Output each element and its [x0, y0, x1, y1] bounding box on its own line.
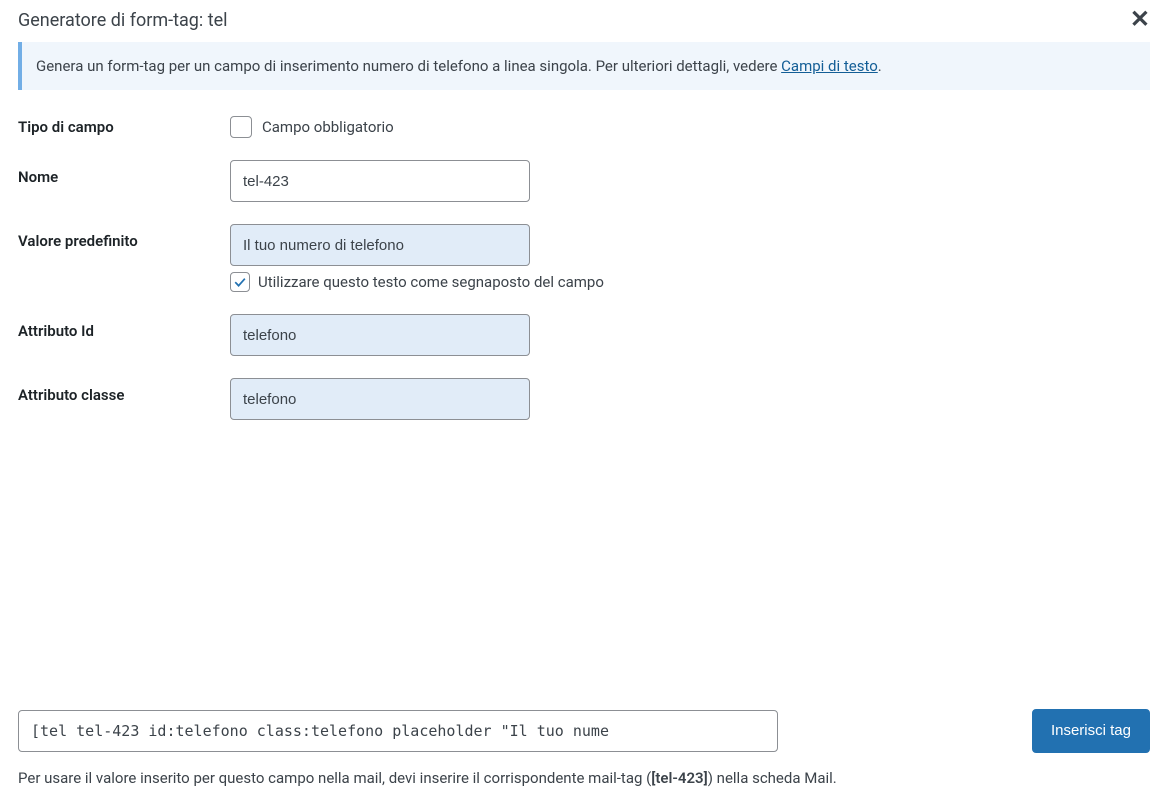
label-name: Nome — [18, 160, 230, 186]
placeholder-checkbox[interactable] — [230, 272, 250, 292]
tag-row: Inserisci tag — [18, 709, 1150, 753]
dialog-header: Generatore di form-tag: tel ✕ — [0, 0, 1168, 40]
control-default-value: Utilizzare questo testo come segnaposto … — [230, 224, 1150, 292]
row-default-value: Valore predefinito Utilizzare questo tes… — [18, 224, 1150, 292]
required-checkbox-wrapper: Campo obbligatorio — [230, 110, 1150, 138]
dialog-title: Generatore di form-tag: tel — [18, 10, 228, 31]
info-box: Genera un form-tag per un campo di inser… — [18, 42, 1150, 90]
hint-before: Per usare il valore inserito per questo … — [18, 769, 651, 787]
insert-tag-button[interactable]: Inserisci tag — [1032, 709, 1150, 753]
row-name: Nome — [18, 160, 1150, 202]
label-field-type: Tipo di campo — [18, 110, 230, 136]
control-class-attr — [230, 378, 1150, 420]
control-field-type: Campo obbligatorio — [230, 110, 1150, 138]
placeholder-checkbox-wrapper: Utilizzare questo testo come segnaposto … — [230, 272, 1150, 292]
row-class-attr: Attributo classe — [18, 378, 1150, 420]
required-checkbox-label: Campo obbligatorio — [262, 118, 394, 136]
close-button[interactable]: ✕ — [1122, 6, 1158, 34]
placeholder-checkbox-label: Utilizzare questo testo come segnaposto … — [258, 273, 604, 291]
id-attr-input[interactable] — [230, 314, 530, 356]
close-icon: ✕ — [1130, 6, 1150, 33]
hint-text: Per usare il valore inserito per questo … — [18, 767, 1150, 790]
row-field-type: Tipo di campo Campo obbligatorio — [18, 110, 1150, 138]
control-id-attr — [230, 314, 1150, 356]
control-name — [230, 160, 1150, 202]
info-text-after: . — [878, 57, 882, 75]
row-id-attr: Attributo Id — [18, 314, 1150, 356]
label-id-attr: Attributo Id — [18, 314, 230, 340]
hint-after: ) nella scheda Mail. — [708, 769, 837, 787]
class-attr-input[interactable] — [230, 378, 530, 420]
label-default-value: Valore predefinito — [18, 224, 230, 250]
hint-strong: [tel-423] — [651, 769, 707, 787]
default-value-input[interactable] — [230, 224, 530, 266]
form-area: Tipo di campo Campo obbligatorio Nome Va… — [0, 110, 1168, 420]
info-link[interactable]: Campi di testo — [781, 57, 878, 75]
label-class-attr: Attributo classe — [18, 378, 230, 404]
name-input[interactable] — [230, 160, 530, 202]
required-checkbox[interactable] — [230, 116, 252, 138]
info-text-before: Genera un form-tag per un campo di inser… — [36, 57, 781, 75]
footer-area: Inserisci tag Per usare il valore inseri… — [0, 709, 1168, 807]
tag-output-input[interactable] — [18, 710, 778, 752]
